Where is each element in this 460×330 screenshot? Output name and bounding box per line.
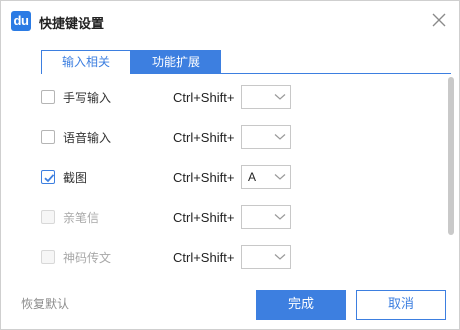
close-button[interactable] [429,10,449,30]
app-logo: du [11,11,31,31]
code-transfer-checkbox [41,250,55,264]
feature-row-handwriting: 手写输入 Ctrl+Shift+ [41,84,301,110]
feature-row-screenshot: 截图 Ctrl+Shift+ A [41,164,301,190]
tab-bar: 输入相关 功能扩展 [41,50,451,74]
shortcut-settings-dialog: du 快捷键设置 输入相关 功能扩展 手写输入 Ctrl+Shift+ 语音输入… [0,0,460,330]
confirm-button[interactable]: 完成 [256,290,346,320]
handwriting-key-select[interactable] [241,85,291,109]
screenshot-key-select[interactable]: A [241,165,291,189]
shortcut-combo-label: Ctrl+Shift+ [173,250,235,265]
chevron-down-icon [274,214,286,220]
feature-label: 手写输入 [63,91,112,105]
chevron-down-icon [274,94,286,100]
voice-key-select[interactable] [241,125,291,149]
key-value: A [248,170,257,184]
feature-row-voice: 语音输入 Ctrl+Shift+ [41,124,301,150]
close-icon [432,13,446,27]
voice-input-checkbox[interactable] [41,130,55,144]
cancel-button[interactable]: 取消 [356,290,446,320]
dialog-title: 快捷键设置 [39,17,105,32]
handwritten-letter-key-select[interactable] [241,205,291,229]
shortcut-combo-label: Ctrl+Shift+ [173,130,235,145]
feature-label: 神码传文 [63,251,112,265]
chevron-down-icon [274,174,286,180]
feature-label: 语音输入 [63,131,112,145]
scrollbar-thumb[interactable] [448,77,454,235]
tab-input-related[interactable]: 输入相关 [41,50,131,74]
shortcut-combo-label: Ctrl+Shift+ [173,90,235,105]
chevron-down-icon [274,134,286,140]
code-transfer-key-select[interactable] [241,245,291,269]
feature-row-handwritten-letter: 亲笔信 Ctrl+Shift+ [41,204,301,230]
screenshot-checkbox[interactable] [41,170,55,184]
handwritten-letter-checkbox [41,210,55,224]
check-icon [44,174,55,183]
feature-label: 亲笔信 [63,211,100,225]
shortcut-combo-label: Ctrl+Shift+ [173,170,235,185]
scrollbar[interactable] [448,77,454,235]
feature-row-code-transfer: 神码传文 Ctrl+Shift+ [41,244,301,270]
chevron-down-icon [274,254,286,260]
shortcut-combo-label: Ctrl+Shift+ [173,210,235,225]
title-bar: du 快捷键设置 [1,1,459,41]
tab-feature-extension[interactable]: 功能扩展 [131,50,221,74]
handwriting-checkbox[interactable] [41,90,55,104]
restore-defaults-link[interactable]: 恢复默认 [21,295,69,312]
feature-label: 截图 [63,171,88,185]
